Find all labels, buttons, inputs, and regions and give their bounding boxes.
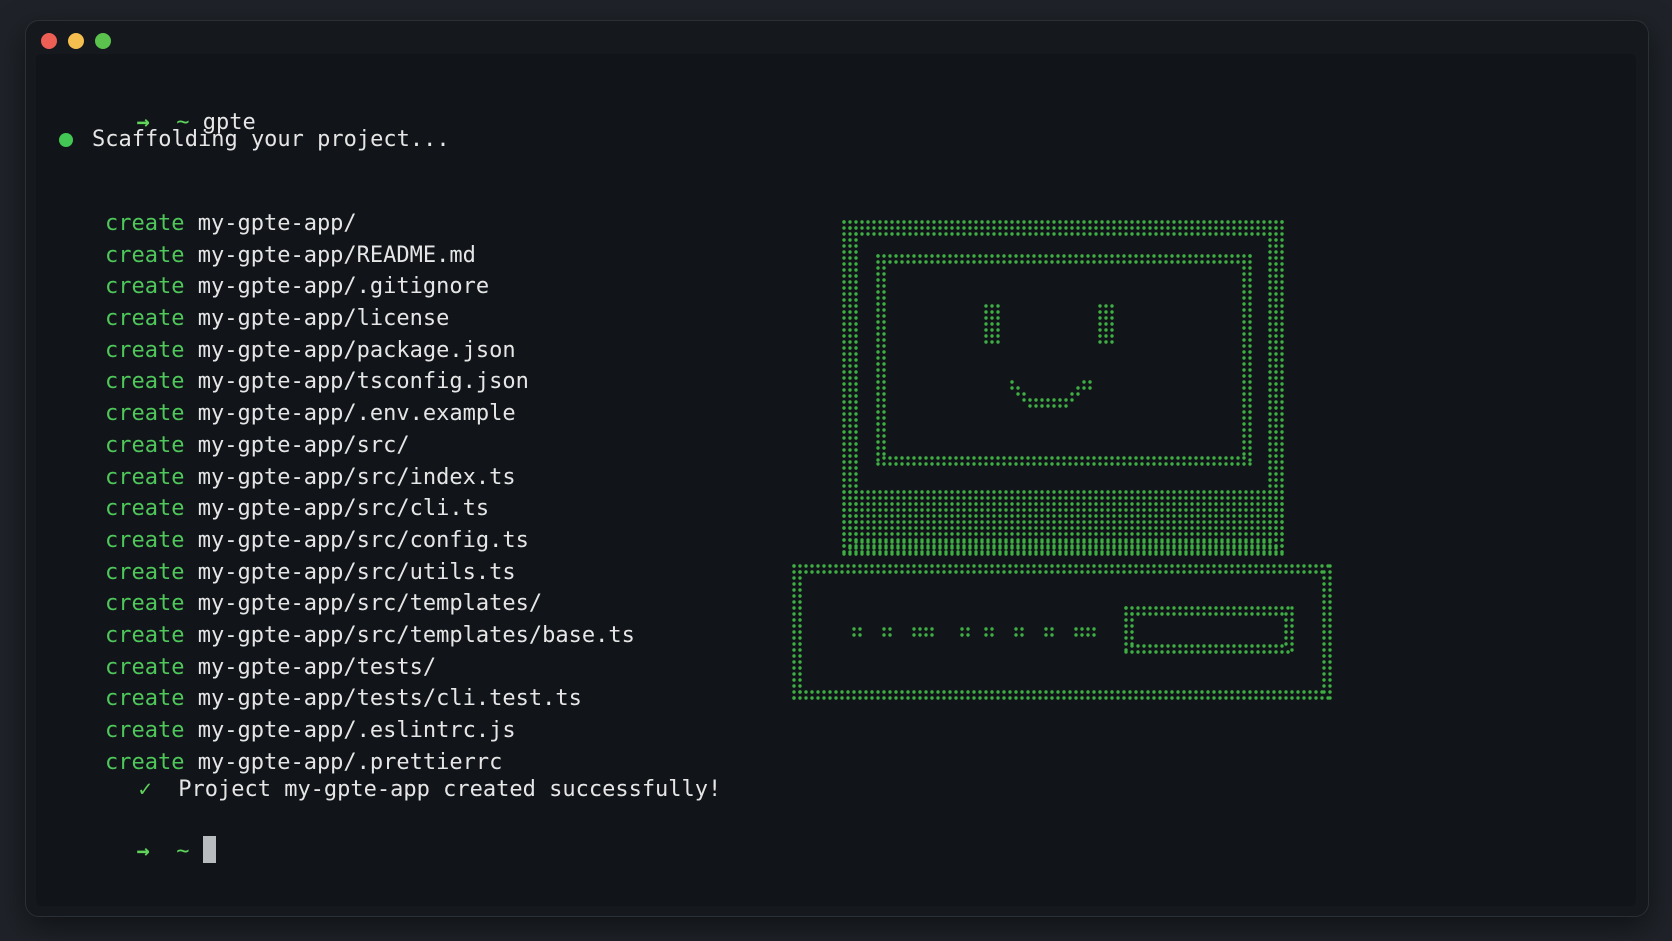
title-bar <box>26 21 1648 55</box>
smiling-computer-icon <box>792 220 1332 700</box>
terminal-window: → ~ gpte Scaffolding your project... cre… <box>25 20 1649 917</box>
terminal-screen[interactable]: → ~ gpte Scaffolding your project... cre… <box>36 54 1636 906</box>
minimize-button[interactable] <box>68 33 84 49</box>
close-button[interactable] <box>41 33 57 49</box>
maximize-button[interactable] <box>95 33 111 49</box>
